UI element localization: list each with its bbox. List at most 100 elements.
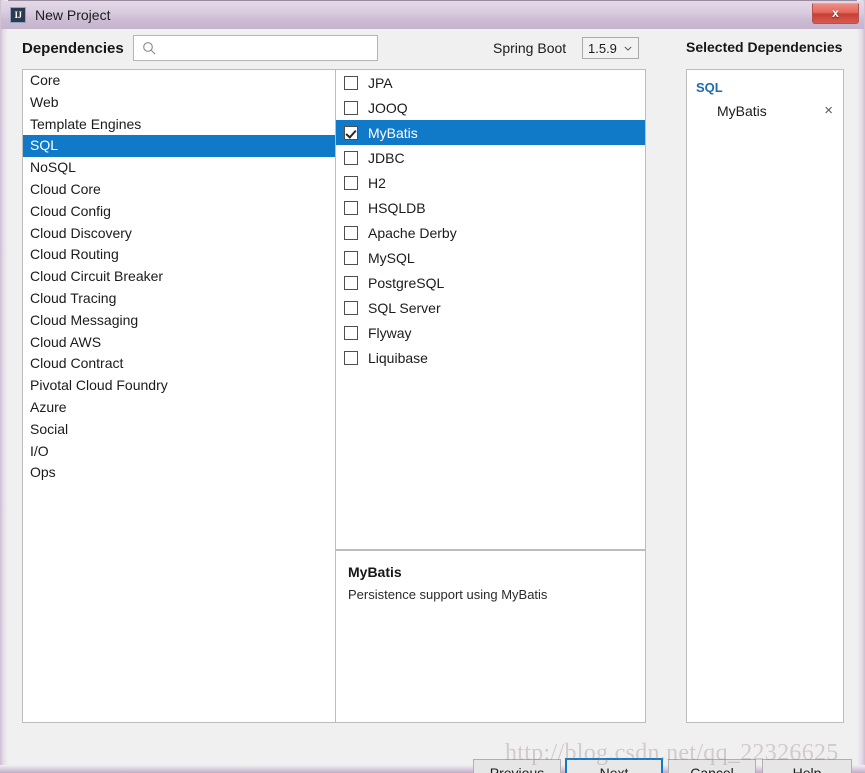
next-button[interactable]: Next — [565, 758, 663, 773]
category-item[interactable]: Pivotal Cloud Foundry — [23, 375, 344, 397]
category-item-label: Template Engines — [30, 115, 142, 132]
category-item[interactable]: Cloud Discovery — [23, 223, 344, 245]
category-item[interactable]: Cloud Contract — [23, 353, 344, 375]
category-item[interactable]: Template Engines — [23, 114, 344, 136]
module-item[interactable]: Flyway — [336, 320, 645, 345]
category-item[interactable]: Cloud AWS — [23, 332, 344, 354]
module-item-label: HSQLDB — [368, 199, 426, 216]
description-title: MyBatis — [348, 564, 402, 580]
module-item-label: MySQL — [368, 249, 415, 266]
close-icon[interactable]: x — [812, 3, 859, 24]
category-item[interactable]: Cloud Circuit Breaker — [23, 266, 344, 288]
module-item[interactable]: JPA — [336, 70, 645, 95]
previous-button[interactable]: Previous — [473, 759, 561, 773]
checkbox-icon[interactable] — [344, 100, 358, 115]
modules-list[interactable]: JPA JOOQ MyBatis JDBC H2 HSQLDB Apache Derby My… — [335, 69, 646, 550]
category-item[interactable]: Cloud Tracing — [23, 288, 344, 310]
category-item[interactable]: Azure — [23, 397, 344, 419]
category-item-label: Pivotal Cloud Foundry — [30, 377, 168, 394]
category-item[interactable]: Cloud Messaging — [23, 310, 344, 332]
dialog-content: Dependencies Spring Boot 1.5.9 Selected … — [9, 29, 856, 773]
module-item[interactable]: Liquibase — [336, 345, 645, 370]
checkbox-icon[interactable] — [344, 350, 358, 365]
category-item[interactable]: NoSQL — [23, 157, 344, 179]
category-item[interactable]: Cloud Config — [23, 201, 344, 223]
category-item[interactable]: I/O — [23, 441, 344, 463]
selected-dependencies-panel[interactable]: SQL MyBatis × — [686, 69, 844, 723]
module-item[interactable]: HSQLDB — [336, 195, 645, 220]
checkbox-checked-icon[interactable] — [344, 125, 358, 140]
checkbox-icon[interactable] — [344, 175, 358, 190]
category-item[interactable]: Core — [23, 70, 344, 92]
category-item[interactable]: SQL — [23, 135, 344, 158]
category-item-label: Cloud Circuit Breaker — [30, 268, 164, 285]
category-item-label: Cloud Config — [30, 202, 111, 219]
module-item-label: Liquibase — [368, 349, 428, 366]
categories-list[interactable]: Core Web Template Engines SQL NoSQL Cloud Cor… — [22, 69, 345, 723]
category-item-label: Cloud Tracing — [30, 289, 117, 306]
module-item[interactable]: SQL Server — [336, 295, 645, 320]
module-item-label: SQL Server — [368, 299, 441, 316]
category-item[interactable]: Cloud Core — [23, 179, 344, 201]
category-item-label: Web — [30, 93, 59, 110]
new-project-dialog: IJ New Project x Dependencies Spring Boo… — [0, 0, 865, 773]
module-item[interactable]: JDBC — [336, 145, 645, 170]
module-item[interactable]: H2 — [336, 170, 645, 195]
search-input[interactable] — [162, 39, 370, 57]
previous-button-mnemonic: P — [489, 765, 500, 773]
chevron-down-icon — [624, 46, 632, 51]
module-item-label: Flyway — [368, 324, 412, 341]
module-item[interactable]: JOOQ — [336, 95, 645, 120]
window-title: New Project — [35, 7, 111, 23]
category-item-label: I/O — [30, 442, 49, 459]
checkbox-icon[interactable] — [344, 150, 358, 165]
module-item-label: Apache Derby — [368, 224, 457, 241]
category-item-label: Cloud Contract — [30, 355, 124, 372]
category-item[interactable]: Cloud Routing — [23, 244, 344, 266]
module-item-label: JOOQ — [368, 99, 408, 116]
modules-list-body: JPA JOOQ MyBatis JDBC H2 HSQLDB Apache Derby My… — [336, 70, 645, 370]
category-item[interactable]: Web — [23, 92, 344, 114]
category-item-label: NoSQL — [30, 159, 76, 176]
checkbox-icon[interactable] — [344, 275, 358, 290]
selected-dependency-row[interactable]: MyBatis × — [687, 103, 843, 119]
titlebar[interactable]: IJ New Project x — [1, 1, 864, 29]
category-item-label: Cloud Discovery — [30, 224, 132, 241]
checkbox-icon[interactable] — [344, 325, 358, 340]
intellij-idea-icon: IJ — [10, 7, 26, 23]
module-item[interactable]: MyBatis — [336, 120, 645, 145]
next-button-mnemonic: N — [599, 765, 610, 773]
window-border-right — [857, 0, 865, 773]
description-panel: MyBatis Persistence support using MyBati… — [335, 550, 646, 723]
category-item[interactable]: Social — [23, 419, 344, 441]
category-item-label: Core — [30, 72, 61, 88]
checkbox-icon[interactable] — [344, 225, 358, 240]
category-item-label: Cloud Routing — [30, 246, 119, 263]
search-box[interactable] — [133, 35, 378, 61]
category-item-label: Social — [30, 420, 69, 437]
module-item[interactable]: MySQL — [336, 245, 645, 270]
cancel-button[interactable]: Cancel — [668, 759, 756, 773]
category-item-label: Cloud Messaging — [30, 311, 139, 328]
checkbox-icon[interactable] — [344, 200, 358, 215]
previous-button-post: revious — [499, 765, 545, 773]
header-row: Dependencies Spring Boot 1.5.9 Selected … — [9, 29, 856, 69]
selected-dependencies-heading: Selected Dependencies — [686, 39, 843, 55]
module-item-label: JDBC — [368, 149, 405, 166]
dependencies-heading: Dependencies — [22, 40, 124, 57]
spring-boot-version-select[interactable]: 1.5.9 — [582, 37, 639, 59]
category-item-label: Cloud AWS — [30, 333, 102, 350]
category-item[interactable]: Ops — [23, 462, 344, 484]
category-item-label: Azure — [30, 398, 67, 415]
category-item-label: Ops — [30, 464, 56, 481]
close-icon[interactable]: × — [824, 103, 833, 118]
selected-dependencies-body: SQL MyBatis × — [687, 80, 843, 119]
category-item-label: SQL — [30, 137, 59, 154]
checkbox-icon[interactable] — [344, 75, 358, 90]
categories-list-body: Core Web Template Engines SQL NoSQL Cloud Cor… — [23, 70, 344, 484]
checkbox-icon[interactable] — [344, 250, 358, 265]
help-button[interactable]: Help — [762, 759, 852, 773]
module-item[interactable]: Apache Derby — [336, 220, 645, 245]
checkbox-icon[interactable] — [344, 300, 358, 315]
module-item[interactable]: PostgreSQL — [336, 270, 645, 295]
